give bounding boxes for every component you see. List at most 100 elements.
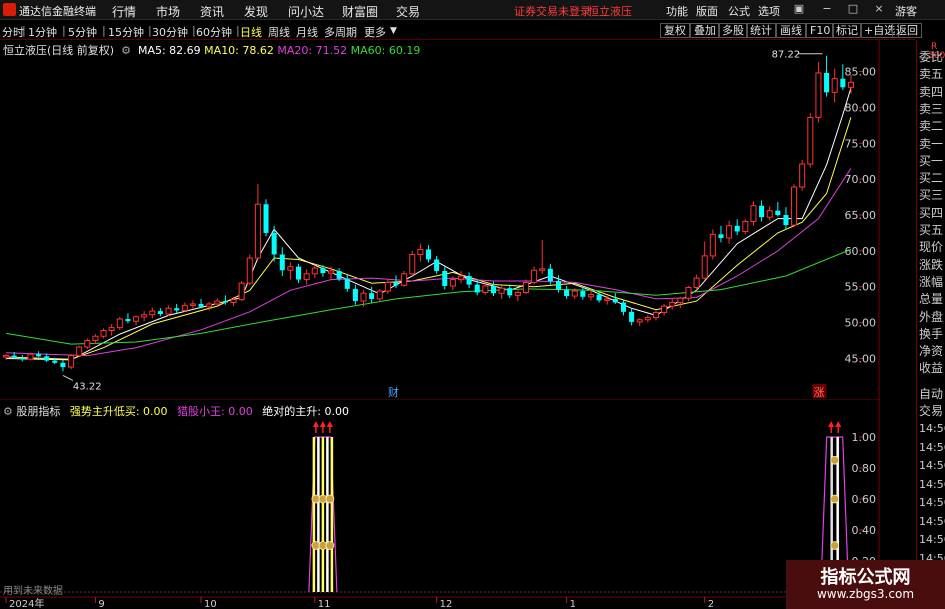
candle-body: [19, 357, 25, 360]
ma5-label: MA5: 82.69: [137, 44, 201, 57]
chevron-down-icon[interactable]: ▼: [390, 26, 397, 36]
candle-body: [344, 278, 350, 289]
menu-item-layout[interactable]: 版面: [696, 3, 718, 19]
candle-body: [189, 303, 196, 306]
ma10-label: MA10: 78.62: [204, 44, 274, 57]
login-status[interactable]: 证券交易未登录: [514, 3, 591, 19]
adjust-button[interactable]: 复权: [660, 23, 690, 38]
period-tab-monthly[interactable]: 月线: [296, 24, 318, 40]
minimize-icon[interactable]: −: [820, 2, 834, 16]
maximize-icon[interactable]: □: [846, 2, 860, 16]
menu-item-function[interactable]: 功能: [666, 3, 688, 19]
x-tick-label: 9: [98, 599, 104, 609]
menu-item-wealth[interactable]: 财富圈: [342, 3, 378, 20]
menu-item-formula[interactable]: 公式: [728, 3, 750, 19]
candle-body: [759, 205, 765, 218]
quote-field-label: 涨跌: [919, 257, 944, 272]
candle-body: [474, 284, 480, 293]
indicator-chart[interactable]: 1.000.800.600.400.202024年910111212: [0, 400, 880, 609]
menu-item-discover[interactable]: 发现: [244, 3, 268, 20]
quote-field-label: 买五: [919, 223, 944, 237]
y-tick-label: 0.40: [852, 524, 877, 537]
ma20-label: MA20: 71.52: [277, 44, 348, 57]
candle-body: [230, 299, 237, 304]
quote-field-label: 卖二: [919, 119, 944, 134]
candle-body: [571, 290, 578, 297]
candle-body: [799, 163, 806, 188]
close-icon[interactable]: ×: [872, 2, 886, 16]
menu-item-options[interactable]: 选项: [758, 3, 780, 19]
period-tab-1min[interactable]: 1分钟: [28, 24, 57, 40]
quote-field-label: 现价: [919, 240, 944, 255]
candle-body: [125, 319, 131, 322]
candle-body: [636, 319, 643, 323]
y-tick-label: 85.00: [845, 66, 877, 79]
candle-body: [149, 310, 156, 316]
period-tab-60min[interactable]: 60分钟: [196, 24, 232, 40]
tab-auto[interactable]: 自动: [919, 385, 943, 402]
candlestick-chart[interactable]: 85.00 80.00 75.00 70.00 65.00 60.00 55.00 50.00…: [0, 40, 880, 400]
candle-body: [661, 305, 668, 314]
candle-body: [36, 354, 42, 357]
period-tab-30min[interactable]: 30分钟: [152, 24, 188, 40]
candle-body: [669, 302, 676, 307]
candle-body: [498, 287, 505, 294]
candle-body: [246, 257, 253, 284]
y-tick-label: 45.00: [845, 352, 877, 365]
low-marker-line: [62, 374, 74, 381]
up-arrow-icon: [828, 421, 835, 427]
site-watermark: 指标公式网 www.zbgs3.com: [786, 560, 945, 609]
coin-icon: [830, 494, 840, 504]
period-tab-multi[interactable]: 多周期: [324, 24, 357, 40]
tick-time: 14:56: [919, 477, 945, 491]
guest-user[interactable]: 游客: [895, 3, 917, 19]
tab-trade[interactable]: 交易: [919, 402, 943, 419]
y-tick-label: 0.80: [852, 462, 877, 475]
y-tick-label: 80.00: [845, 101, 877, 114]
candle-body: [596, 294, 602, 301]
period-tab-intraday[interactable]: 分时: [2, 24, 24, 40]
draw-line-button[interactable]: 画线: [776, 23, 806, 38]
period-tab-5min[interactable]: 5分钟: [68, 24, 97, 40]
period-separator: |: [62, 24, 66, 37]
menu-item-quotes[interactable]: 行情: [112, 3, 136, 20]
period-tab-more[interactable]: 更多: [364, 24, 386, 40]
candle-body: [327, 270, 335, 274]
quote-field-label: 卖四: [919, 84, 944, 99]
period-tab-daily[interactable]: 日线: [240, 24, 262, 40]
coin-icon: [830, 541, 840, 550]
period-tab-weekly[interactable]: 周线: [268, 24, 290, 40]
high-price-label: 87.22: [772, 50, 801, 61]
settings-icon[interactable]: ⚙: [3, 405, 16, 418]
skin-icon[interactable]: ▣: [792, 2, 806, 16]
candle-body: [555, 281, 561, 290]
x-tick-label: 2: [708, 599, 714, 609]
back-button[interactable]: 返回: [892, 23, 922, 38]
menu-item-ask[interactable]: 问小达: [288, 3, 324, 20]
candle-body: [587, 294, 594, 298]
candle-body: [629, 311, 635, 322]
candle-body: [352, 288, 358, 302]
mark-button[interactable]: 标记: [832, 23, 862, 38]
f10-button[interactable]: F10: [806, 23, 835, 38]
candle-body: [336, 270, 342, 279]
menu-item-trade[interactable]: 交易: [396, 3, 420, 20]
candle-body: [214, 300, 221, 305]
candle-body: [92, 335, 99, 342]
quote-field-label: 卖五: [919, 67, 944, 82]
multi-stock-button[interactable]: 多股: [718, 23, 748, 38]
x-tick-label: 12: [440, 599, 453, 609]
future-data-note: 用到未来数据: [3, 586, 63, 597]
up-arrow-icon: [326, 421, 333, 427]
overlay-button[interactable]: 叠加: [690, 23, 720, 38]
candle-body: [815, 72, 822, 118]
statistics-button[interactable]: 统计: [746, 23, 776, 38]
candle-body: [157, 311, 163, 314]
period-tab-15min[interactable]: 15分钟: [108, 24, 144, 40]
menu-item-market[interactable]: 市场: [156, 3, 180, 20]
candle-body: [279, 254, 285, 271]
candle-body: [369, 293, 375, 299]
candle-body: [434, 259, 440, 271]
menu-item-news[interactable]: 资讯: [200, 3, 224, 20]
settings-icon[interactable]: ⚙: [118, 44, 135, 57]
